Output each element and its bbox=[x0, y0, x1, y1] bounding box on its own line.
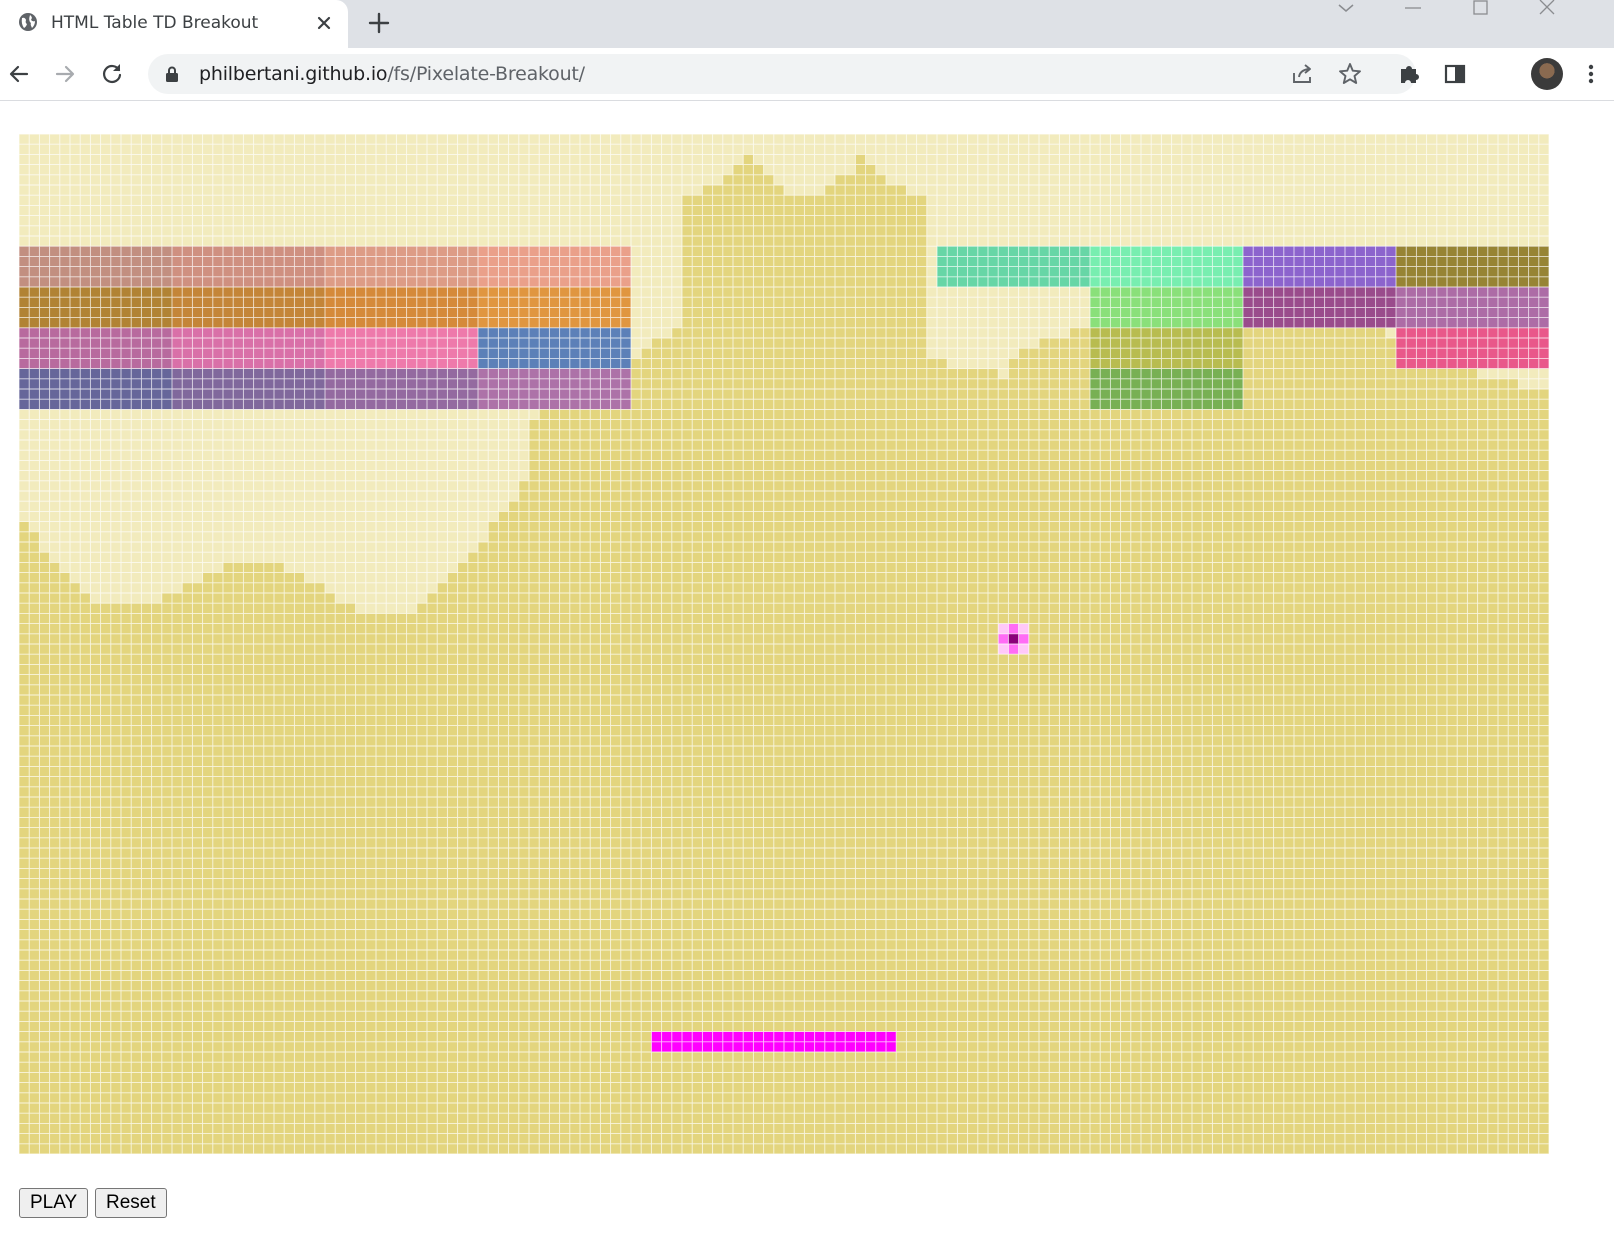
globe-icon bbox=[19, 13, 37, 31]
address-bar[interactable]: philbertani.github.io/fs/Pixelate-Breako… bbox=[148, 54, 1416, 94]
ball bbox=[998, 623, 1029, 655]
grid-path bbox=[19, 134, 1549, 1154]
browser-toolbar: philbertani.github.io/fs/Pixelate-Breako… bbox=[0, 48, 1614, 101]
ball-pixel bbox=[1008, 623, 1019, 634]
ball-core bbox=[1008, 633, 1019, 644]
forward-arrow-icon[interactable] bbox=[52, 61, 78, 87]
side-panel-icon[interactable] bbox=[1442, 61, 1468, 87]
url-path: /fs/Pixelate-Breakout/ bbox=[387, 63, 585, 85]
tab-title: HTML Table TD Breakout bbox=[51, 13, 259, 33]
window-close-icon[interactable] bbox=[1536, 0, 1558, 18]
browser-tab[interactable]: HTML Table TD Breakout bbox=[0, 0, 348, 48]
ball-pixel bbox=[1018, 644, 1029, 655]
url-text: philbertani.github.io/fs/Pixelate-Breako… bbox=[199, 63, 585, 85]
ball-pixel bbox=[1008, 644, 1019, 655]
game-board[interactable] bbox=[19, 134, 1592, 1187]
maximize-icon[interactable] bbox=[1470, 0, 1492, 18]
game-board-grid[interactable] bbox=[19, 134, 1549, 1154]
more-menu-icon[interactable] bbox=[1584, 61, 1598, 87]
tab-search-chevron-icon[interactable] bbox=[1336, 0, 1356, 18]
play-button[interactable]: PLAY bbox=[19, 1188, 89, 1218]
ball-pixel bbox=[998, 633, 1009, 644]
ball-pixel bbox=[1018, 633, 1029, 644]
close-icon[interactable] bbox=[313, 12, 335, 34]
ball-pixel bbox=[1018, 623, 1029, 634]
back-arrow-icon[interactable] bbox=[6, 61, 32, 87]
new-tab-icon[interactable] bbox=[366, 10, 392, 36]
minimize-icon[interactable] bbox=[1402, 0, 1424, 18]
tab-strip: HTML Table TD Breakout bbox=[0, 0, 1614, 48]
grid-lines bbox=[19, 134, 1549, 1154]
url-host: philbertani.github.io bbox=[199, 63, 388, 85]
ball-pixel bbox=[998, 623, 1009, 634]
ball-pixel bbox=[998, 644, 1009, 655]
avatar[interactable] bbox=[1531, 58, 1563, 90]
extensions-puzzle-icon[interactable] bbox=[1396, 61, 1422, 87]
bookmark-star-icon[interactable] bbox=[1337, 61, 1363, 87]
reload-icon[interactable] bbox=[99, 61, 125, 87]
lock-icon bbox=[166, 66, 178, 82]
share-icon[interactable] bbox=[1290, 61, 1316, 87]
reset-button[interactable]: Reset bbox=[95, 1188, 167, 1218]
